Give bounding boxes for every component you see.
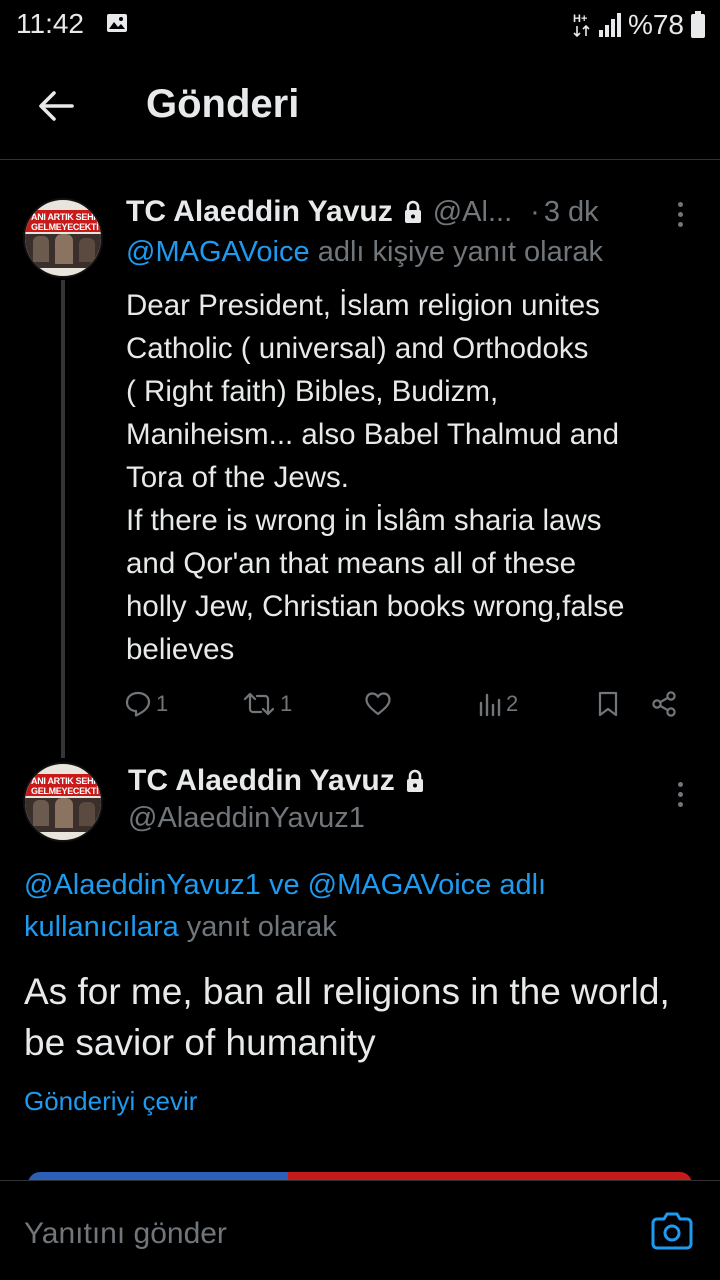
mention-link[interactable]: @MAGAVoice xyxy=(126,236,310,268)
top-app-bar: Gönderi xyxy=(0,52,720,160)
views-button[interactable]: 2 xyxy=(478,684,518,724)
status-icons: H+ %78 xyxy=(572,8,706,42)
views-chart-icon xyxy=(479,693,501,717)
like-button[interactable] xyxy=(364,684,392,724)
mention-link[interactable]: @AlaeddinYavuz1 xyxy=(24,869,261,901)
reply-button[interactable]: 1 xyxy=(124,684,168,724)
repost-icon xyxy=(243,692,275,716)
bookmark-button[interactable] xyxy=(596,684,620,724)
bookmark-icon xyxy=(598,691,618,717)
replying-to: @MAGAVoice adlı kişiye yanıt olarak xyxy=(126,236,603,269)
heart-icon xyxy=(365,692,391,716)
repost-count: 1 xyxy=(280,691,293,716)
more-options-button[interactable] xyxy=(668,774,692,814)
author-name[interactable]: TC Alaeddin Yavuz xyxy=(128,764,395,798)
dot-separator: · xyxy=(530,195,540,228)
avatar[interactable]: ANI ARTIK SEHİ GELMEYECEKTİ xyxy=(23,762,103,842)
comment-icon xyxy=(125,691,151,717)
avatar[interactable]: ANI ARTIK SEHİ GELMEYECEKTİ xyxy=(23,198,103,278)
page-title: Gönderi xyxy=(146,82,300,126)
arrow-left-icon xyxy=(39,91,74,121)
translate-post-link[interactable]: Gönderiyi çevir xyxy=(24,1086,197,1117)
repost-button[interactable]: 1 xyxy=(242,684,292,724)
lock-icon xyxy=(405,769,425,793)
network-hplus-icon: H+ xyxy=(573,13,590,38)
tweet-actions: 1 1 2 xyxy=(124,684,684,724)
tweet-author-row: TC Alaeddin Yavuz xyxy=(128,762,425,800)
status-bar: 11:42 H+ %78 xyxy=(0,0,720,52)
views-count: 2 xyxy=(506,691,519,716)
replying-to: @AlaeddinYavuz1 ve @MAGAVoice adlı kulla… xyxy=(24,864,684,948)
more-options-button[interactable] xyxy=(668,194,692,234)
battery-icon xyxy=(691,11,705,38)
avatar-text: ANI ARTIK SEHİ GELMEYECEKTİ xyxy=(31,212,99,232)
tweet-text: Dear President, İslam religion unites Ca… xyxy=(126,289,625,666)
replying-to-label: adlı kişiye yanıt olarak xyxy=(309,236,603,268)
gallery-icon xyxy=(107,14,127,32)
author-handle[interactable]: @AlaeddinYavuz1 xyxy=(128,802,365,835)
mention-conjunction: ve xyxy=(260,869,308,901)
svg-text:H+: H+ xyxy=(573,13,587,25)
share-icon xyxy=(652,691,676,717)
tweet-author-row: TC Alaeddin Yavuz @Al... · 3 dk xyxy=(126,194,671,230)
author-name[interactable]: TC Alaeddin Yavuz xyxy=(126,195,393,229)
replying-to-label: yanıt olarak xyxy=(178,911,337,943)
status-time: 11:42 xyxy=(16,8,84,39)
signal-icon xyxy=(598,13,621,37)
back-button[interactable] xyxy=(30,80,82,132)
author-handle[interactable]: @Al... xyxy=(433,196,512,229)
tweet-time: 3 dk xyxy=(543,195,599,228)
reply-input[interactable]: Yanıtını gönder xyxy=(24,1217,227,1251)
camera-icon xyxy=(651,1212,693,1250)
share-button[interactable] xyxy=(650,684,678,724)
tweet-text: As for me, ban all religions in the worl… xyxy=(24,971,670,1063)
battery-percent: %78 xyxy=(627,9,684,40)
reply-composer-bar: Yanıtını gönder xyxy=(0,1180,720,1280)
reply-count: 1 xyxy=(156,691,169,716)
lock-icon xyxy=(403,200,423,224)
thread-connector-line xyxy=(61,280,65,758)
camera-button[interactable] xyxy=(650,1211,694,1251)
avatar-text: ANI ARTIK SEHİ GELMEYECEKTİ xyxy=(31,776,99,796)
